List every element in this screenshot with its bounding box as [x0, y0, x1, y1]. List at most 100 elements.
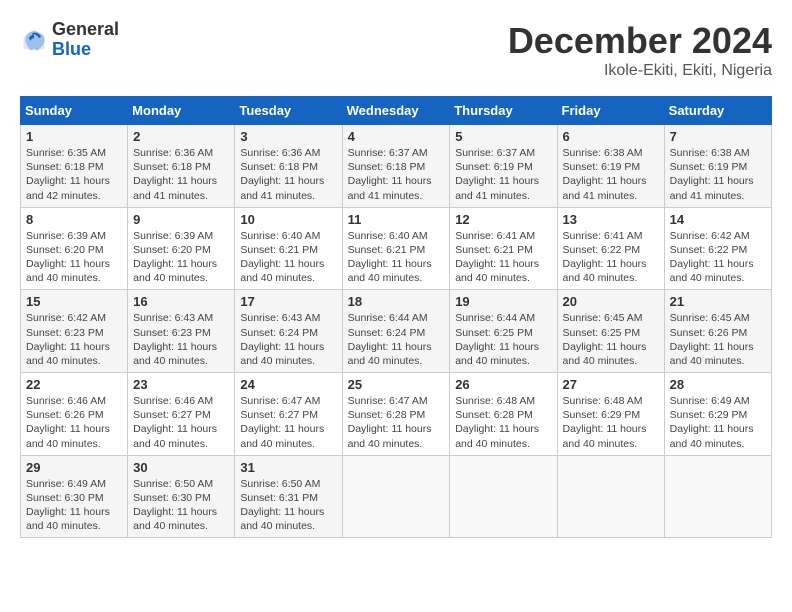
calendar-day-cell: 24 Sunrise: 6:47 AM Sunset: 6:27 PM Dayl… — [235, 373, 342, 456]
calendar-day-cell: 2 Sunrise: 6:36 AM Sunset: 6:18 PM Dayli… — [128, 125, 235, 208]
calendar-day-cell: 9 Sunrise: 6:39 AM Sunset: 6:20 PM Dayli… — [128, 207, 235, 290]
calendar-day-cell: 16 Sunrise: 6:43 AM Sunset: 6:23 PM Dayl… — [128, 290, 235, 373]
day-info: Sunrise: 6:39 AM Sunset: 6:20 PM Dayligh… — [133, 229, 229, 286]
day-info: Sunrise: 6:50 AM Sunset: 6:31 PM Dayligh… — [240, 477, 336, 534]
day-info: Sunrise: 6:45 AM Sunset: 6:25 PM Dayligh… — [563, 311, 659, 368]
day-number: 23 — [133, 377, 229, 392]
day-number: 9 — [133, 212, 229, 227]
calendar-week-row: 22 Sunrise: 6:46 AM Sunset: 6:26 PM Dayl… — [21, 373, 772, 456]
day-info: Sunrise: 6:38 AM Sunset: 6:19 PM Dayligh… — [670, 146, 766, 203]
month-title: December 2024 — [508, 20, 772, 62]
calendar-day-cell: 27 Sunrise: 6:48 AM Sunset: 6:29 PM Dayl… — [557, 373, 664, 456]
calendar-day-cell: 19 Sunrise: 6:44 AM Sunset: 6:25 PM Dayl… — [450, 290, 557, 373]
calendar-day-cell: 23 Sunrise: 6:46 AM Sunset: 6:27 PM Dayl… — [128, 373, 235, 456]
calendar-day-cell: 1 Sunrise: 6:35 AM Sunset: 6:18 PM Dayli… — [21, 125, 128, 208]
calendar-day-cell: 4 Sunrise: 6:37 AM Sunset: 6:18 PM Dayli… — [342, 125, 450, 208]
calendar-day-cell: 8 Sunrise: 6:39 AM Sunset: 6:20 PM Dayli… — [21, 207, 128, 290]
day-info: Sunrise: 6:36 AM Sunset: 6:18 PM Dayligh… — [240, 146, 336, 203]
day-info: Sunrise: 6:45 AM Sunset: 6:26 PM Dayligh… — [670, 311, 766, 368]
calendar-day-cell: 3 Sunrise: 6:36 AM Sunset: 6:18 PM Dayli… — [235, 125, 342, 208]
calendar-day-cell: 29 Sunrise: 6:49 AM Sunset: 6:30 PM Dayl… — [21, 455, 128, 538]
day-info: Sunrise: 6:36 AM Sunset: 6:18 PM Dayligh… — [133, 146, 229, 203]
day-of-week-header: Monday — [128, 97, 235, 125]
day-info: Sunrise: 6:42 AM Sunset: 6:22 PM Dayligh… — [670, 229, 766, 286]
calendar-week-row: 29 Sunrise: 6:49 AM Sunset: 6:30 PM Dayl… — [21, 455, 772, 538]
day-info: Sunrise: 6:40 AM Sunset: 6:21 PM Dayligh… — [240, 229, 336, 286]
calendar-week-row: 15 Sunrise: 6:42 AM Sunset: 6:23 PM Dayl… — [21, 290, 772, 373]
calendar-table: SundayMondayTuesdayWednesdayThursdayFrid… — [20, 96, 772, 538]
calendar-day-cell: 5 Sunrise: 6:37 AM Sunset: 6:19 PM Dayli… — [450, 125, 557, 208]
day-info: Sunrise: 6:38 AM Sunset: 6:19 PM Dayligh… — [563, 146, 659, 203]
day-info: Sunrise: 6:39 AM Sunset: 6:20 PM Dayligh… — [26, 229, 122, 286]
location-title: Ikole-Ekiti, Ekiti, Nigeria — [508, 62, 772, 80]
day-number: 17 — [240, 294, 336, 309]
day-info: Sunrise: 6:49 AM Sunset: 6:29 PM Dayligh… — [670, 394, 766, 451]
day-number: 1 — [26, 129, 122, 144]
day-number: 19 — [455, 294, 551, 309]
day-info: Sunrise: 6:37 AM Sunset: 6:18 PM Dayligh… — [348, 146, 445, 203]
day-info: Sunrise: 6:42 AM Sunset: 6:23 PM Dayligh… — [26, 311, 122, 368]
calendar-day-cell: 15 Sunrise: 6:42 AM Sunset: 6:23 PM Dayl… — [21, 290, 128, 373]
day-info: Sunrise: 6:46 AM Sunset: 6:27 PM Dayligh… — [133, 394, 229, 451]
day-number: 6 — [563, 129, 659, 144]
calendar-day-cell: 10 Sunrise: 6:40 AM Sunset: 6:21 PM Dayl… — [235, 207, 342, 290]
day-number: 12 — [455, 212, 551, 227]
day-info: Sunrise: 6:43 AM Sunset: 6:23 PM Dayligh… — [133, 311, 229, 368]
calendar-week-row: 1 Sunrise: 6:35 AM Sunset: 6:18 PM Dayli… — [21, 125, 772, 208]
day-number: 13 — [563, 212, 659, 227]
day-info: Sunrise: 6:44 AM Sunset: 6:24 PM Dayligh… — [348, 311, 445, 368]
logo-blue: Blue — [52, 40, 119, 60]
calendar-day-cell: 18 Sunrise: 6:44 AM Sunset: 6:24 PM Dayl… — [342, 290, 450, 373]
calendar-day-cell: 20 Sunrise: 6:45 AM Sunset: 6:25 PM Dayl… — [557, 290, 664, 373]
day-number: 2 — [133, 129, 229, 144]
day-number: 30 — [133, 460, 229, 475]
calendar-day-cell — [557, 455, 664, 538]
logo-general: General — [52, 20, 119, 40]
day-number: 26 — [455, 377, 551, 392]
page-header: General Blue December 2024 Ikole-Ekiti, … — [20, 20, 772, 80]
day-number: 16 — [133, 294, 229, 309]
day-number: 25 — [348, 377, 445, 392]
calendar-day-cell: 22 Sunrise: 6:46 AM Sunset: 6:26 PM Dayl… — [21, 373, 128, 456]
day-info: Sunrise: 6:37 AM Sunset: 6:19 PM Dayligh… — [455, 146, 551, 203]
calendar-day-cell: 31 Sunrise: 6:50 AM Sunset: 6:31 PM Dayl… — [235, 455, 342, 538]
day-number: 31 — [240, 460, 336, 475]
day-number: 20 — [563, 294, 659, 309]
day-of-week-header: Friday — [557, 97, 664, 125]
day-number: 18 — [348, 294, 445, 309]
day-info: Sunrise: 6:40 AM Sunset: 6:21 PM Dayligh… — [348, 229, 445, 286]
day-of-week-header: Tuesday — [235, 97, 342, 125]
day-info: Sunrise: 6:44 AM Sunset: 6:25 PM Dayligh… — [455, 311, 551, 368]
calendar-day-cell: 11 Sunrise: 6:40 AM Sunset: 6:21 PM Dayl… — [342, 207, 450, 290]
calendar-day-cell — [342, 455, 450, 538]
day-number: 15 — [26, 294, 122, 309]
calendar-day-cell: 28 Sunrise: 6:49 AM Sunset: 6:29 PM Dayl… — [664, 373, 771, 456]
calendar-day-cell: 21 Sunrise: 6:45 AM Sunset: 6:26 PM Dayl… — [664, 290, 771, 373]
calendar-day-cell: 14 Sunrise: 6:42 AM Sunset: 6:22 PM Dayl… — [664, 207, 771, 290]
day-of-week-header: Thursday — [450, 97, 557, 125]
calendar-day-cell: 26 Sunrise: 6:48 AM Sunset: 6:28 PM Dayl… — [450, 373, 557, 456]
day-number: 5 — [455, 129, 551, 144]
calendar-day-cell — [664, 455, 771, 538]
day-info: Sunrise: 6:35 AM Sunset: 6:18 PM Dayligh… — [26, 146, 122, 203]
day-number: 3 — [240, 129, 336, 144]
day-number: 24 — [240, 377, 336, 392]
day-of-week-header: Saturday — [664, 97, 771, 125]
day-info: Sunrise: 6:49 AM Sunset: 6:30 PM Dayligh… — [26, 477, 122, 534]
calendar-day-cell: 30 Sunrise: 6:50 AM Sunset: 6:30 PM Dayl… — [128, 455, 235, 538]
day-info: Sunrise: 6:48 AM Sunset: 6:28 PM Dayligh… — [455, 394, 551, 451]
day-number: 7 — [670, 129, 766, 144]
calendar-header-row: SundayMondayTuesdayWednesdayThursdayFrid… — [21, 97, 772, 125]
calendar-week-row: 8 Sunrise: 6:39 AM Sunset: 6:20 PM Dayli… — [21, 207, 772, 290]
day-info: Sunrise: 6:46 AM Sunset: 6:26 PM Dayligh… — [26, 394, 122, 451]
calendar-day-cell — [450, 455, 557, 538]
calendar-day-cell: 12 Sunrise: 6:41 AM Sunset: 6:21 PM Dayl… — [450, 207, 557, 290]
title-block: December 2024 Ikole-Ekiti, Ekiti, Nigeri… — [508, 20, 772, 80]
day-of-week-header: Sunday — [21, 97, 128, 125]
day-info: Sunrise: 6:43 AM Sunset: 6:24 PM Dayligh… — [240, 311, 336, 368]
day-number: 8 — [26, 212, 122, 227]
day-number: 11 — [348, 212, 445, 227]
day-number: 27 — [563, 377, 659, 392]
day-number: 10 — [240, 212, 336, 227]
calendar-day-cell: 13 Sunrise: 6:41 AM Sunset: 6:22 PM Dayl… — [557, 207, 664, 290]
